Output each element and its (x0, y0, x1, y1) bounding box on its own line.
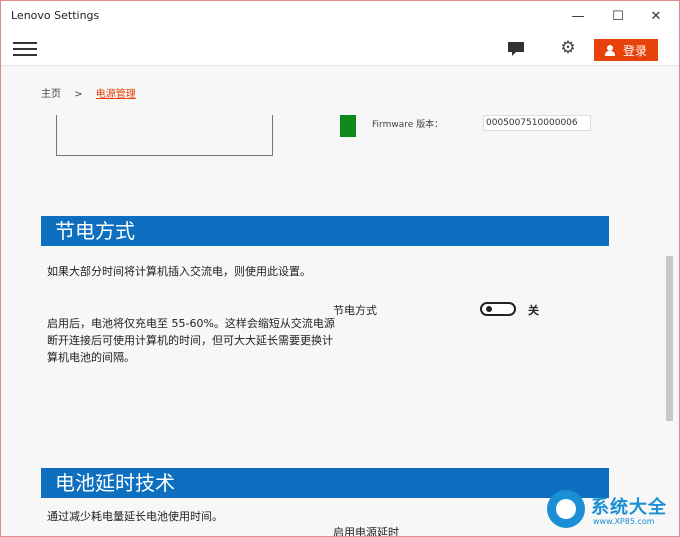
watermark: 系统大全 www.XP85.com (547, 490, 679, 536)
battery-image-frame (56, 115, 273, 156)
watermark-logo-icon (547, 490, 585, 528)
close-button[interactable]: ✕ (641, 5, 671, 27)
gear-icon[interactable]: ⚙ (559, 39, 577, 57)
power-saving-label: 节电方式 (333, 304, 377, 317)
content-area: 主页 > 电源管理 Firmware 版本： 0005007510000006 … (1, 66, 679, 537)
title-bar: Lenovo Settings — ☐ ✕ (1, 1, 679, 31)
section-header-battery-extension: 电池延时技术 (41, 468, 609, 498)
toolbar: ⚙ 登录 (1, 33, 679, 66)
firmware-status-indicator (340, 115, 356, 137)
power-saving-detail: 启用后，电池将仅充电至 55-60%。这样会缩短从交流电源断开连接后可使用计算机… (47, 317, 335, 364)
breadcrumb-home[interactable]: 主页 (41, 89, 61, 100)
minimize-button[interactable]: — (563, 5, 593, 27)
chat-bubble-icon[interactable] (507, 41, 525, 57)
breadcrumb-separator: > (74, 89, 83, 100)
app-window: Lenovo Settings — ☐ ✕ ⚙ 登录 主页 > 电源管理 Fir… (0, 0, 680, 537)
watermark-url: www.XP85.com (593, 517, 655, 526)
login-label: 登录 (622, 43, 647, 58)
breadcrumb-current[interactable]: 电源管理 (96, 89, 136, 100)
battery-extension-label: 启用电源延时 (333, 526, 399, 537)
watermark-title: 系统大全 (591, 497, 667, 518)
user-icon (604, 44, 615, 56)
window-title: Lenovo Settings (11, 9, 100, 22)
power-saving-description: 如果大部分时间将计算机插入交流电，则使用此设置。 (47, 265, 311, 278)
scrollbar-thumb[interactable] (666, 256, 673, 421)
battery-extension-description: 通过减少耗电量延长电池使用时间。 (47, 510, 223, 523)
login-button[interactable]: 登录 (594, 39, 658, 61)
breadcrumb: 主页 > 电源管理 (41, 85, 136, 100)
section-header-power-saving: 节电方式 (41, 216, 609, 246)
power-saving-toggle[interactable] (480, 302, 516, 316)
maximize-button[interactable]: ☐ (603, 5, 633, 27)
toggle-knob (486, 306, 492, 312)
firmware-label: Firmware 版本： (372, 120, 444, 130)
hamburger-menu-icon[interactable] (13, 42, 37, 58)
power-saving-toggle-state: 关 (528, 304, 539, 317)
firmware-value: 0005007510000006 (483, 115, 591, 131)
